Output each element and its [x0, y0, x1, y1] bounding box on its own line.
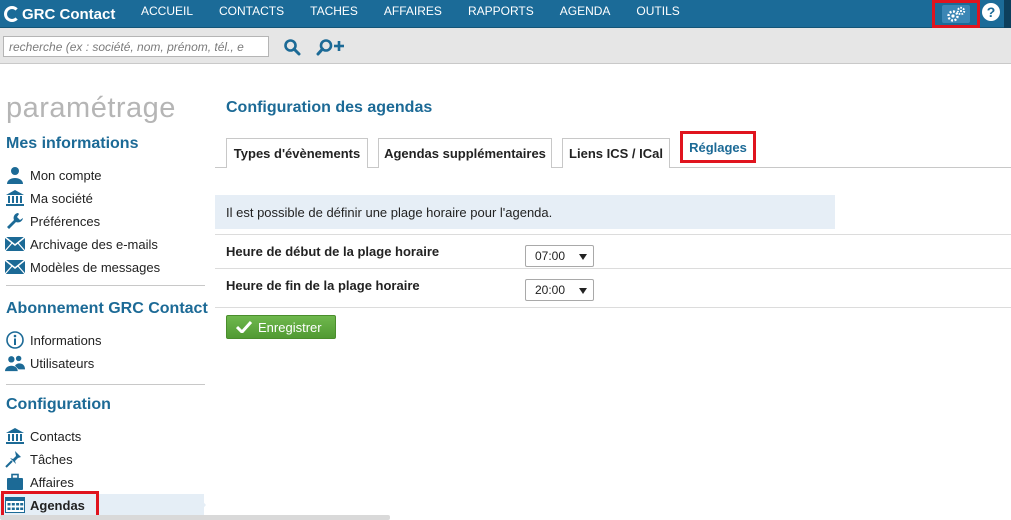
sidebar-item-label: Affaires — [30, 474, 74, 490]
nav-item-outils[interactable]: OUTILS — [623, 0, 692, 28]
checkmark-icon — [236, 321, 252, 333]
start-time-value: 07:00 — [535, 249, 566, 263]
end-time-label: Heure de fin de la plage horaire — [226, 278, 420, 293]
main-nav: ACCUEIL CONTACTS TACHES AFFAIRES RAPPORT… — [128, 0, 693, 28]
search-bar — [0, 28, 1011, 64]
sidebar-active-arrow — [196, 494, 206, 516]
form-row-start: Heure de début de la plage horaire 07:00 — [215, 234, 1011, 268]
end-time-value: 20:00 — [535, 283, 566, 297]
envelope-icon — [5, 237, 25, 251]
sidebar-item-label: Mon compte — [30, 167, 102, 183]
nav-item-contacts[interactable]: CONTACTS — [206, 0, 297, 28]
tab-liens-ics[interactable]: Liens ICS / ICal — [562, 138, 670, 168]
sidebar-item-label: Ma société — [30, 190, 93, 206]
info-message: Il est possible de définir une plage hor… — [215, 195, 835, 229]
user-icon — [7, 167, 23, 184]
topbar-edge — [1004, 0, 1011, 28]
nav-item-affaires[interactable]: AFFAIRES — [371, 0, 455, 28]
sidebar-item-label: Informations — [30, 332, 102, 348]
app-logo[interactable]: GRC Contact — [4, 3, 115, 25]
sidebar-item-label: Archivage des e-mails — [30, 236, 158, 252]
dropdown-caret-icon — [579, 288, 587, 294]
info-icon — [6, 331, 24, 349]
logo-mark-icon — [4, 6, 20, 22]
help-button[interactable]: ? — [982, 3, 1000, 21]
pin-icon — [5, 451, 21, 468]
sidebar-item-mon-compte[interactable]: Mon compte — [5, 165, 102, 185]
sidebar-item-modeles[interactable]: Modèles de messages — [5, 257, 160, 277]
start-time-label: Heure de début de la plage horaire — [226, 244, 440, 259]
start-time-select[interactable]: 07:00 — [525, 245, 594, 267]
building-icon — [6, 190, 24, 206]
agendas-highlight-box — [1, 491, 99, 518]
app-logo-text: GRC Contact — [22, 5, 116, 23]
sidebar-item-affaires[interactable]: Affaires — [5, 472, 74, 492]
section-heading-mes-informations: Mes informations — [6, 135, 139, 152]
sidebar-item-label: Préférences — [30, 213, 101, 229]
nav-item-rapports[interactable]: RAPPORTS — [455, 0, 547, 28]
nav-item-accueil[interactable]: ACCUEIL — [128, 0, 206, 28]
wrench-icon — [7, 213, 23, 229]
nav-item-agenda[interactable]: AGENDA — [547, 0, 624, 28]
sidebar-item-taches[interactable]: Tâches — [5, 449, 73, 469]
save-button[interactable]: Enregistrer — [226, 315, 336, 339]
top-navigation-bar: GRC Contact ACCUEIL CONTACTS TACHES AFFA… — [0, 0, 1011, 28]
section-heading-abonnement: Abonnement GRC Contact — [6, 300, 208, 317]
sidebar-item-informations[interactable]: Informations — [5, 330, 102, 350]
horizontal-scrollbar[interactable] — [0, 515, 390, 520]
search-icon — [284, 39, 301, 56]
tab-types-evenements[interactable]: Types d'évènements — [226, 138, 368, 168]
page-title: Configuration des agendas — [226, 99, 433, 116]
sidebar-item-archivage[interactable]: Archivage des e-mails — [5, 234, 158, 254]
sidebar-item-ma-societe[interactable]: Ma société — [5, 188, 93, 208]
settings-button[interactable] — [932, 0, 980, 28]
sidebar-divider — [6, 285, 205, 286]
sidebar-divider — [6, 384, 205, 385]
form-row-end: Heure de fin de la plage horaire 20:00 — [215, 268, 1011, 308]
sidebar-item-label: Utilisateurs — [30, 355, 95, 371]
sidebar-item-contacts[interactable]: Contacts — [5, 426, 81, 446]
dropdown-caret-icon — [579, 254, 587, 260]
sidebar-item-label: Contacts — [30, 428, 82, 444]
sidebar-item-preferences[interactable]: Préférences — [5, 211, 100, 231]
building-icon — [6, 428, 24, 444]
nav-item-taches[interactable]: TACHES — [297, 0, 371, 28]
sidebar-item-utilisateurs[interactable]: Utilisateurs — [5, 353, 94, 373]
briefcase-icon — [7, 473, 23, 490]
sidebar-item-label: Tâches — [30, 451, 73, 467]
tab-agendas-supplementaires[interactable]: Agendas supplémentaires — [378, 138, 552, 168]
sidebar-item-label: Modèles de messages — [30, 259, 161, 275]
advanced-search-button[interactable] — [314, 36, 348, 58]
envelope-icon — [5, 260, 25, 274]
section-heading-configuration: Configuration — [6, 396, 111, 413]
search-button[interactable] — [280, 36, 304, 58]
search-input[interactable] — [3, 36, 269, 57]
search-plus-icon — [316, 39, 344, 56]
end-time-select[interactable]: 20:00 — [525, 279, 594, 301]
tab-reglages[interactable]: Réglages — [680, 131, 756, 163]
gears-icon — [947, 6, 966, 22]
sidebar-title: paramétrage — [6, 92, 176, 124]
save-button-label: Enregistrer — [258, 319, 322, 335]
users-icon — [5, 355, 25, 372]
